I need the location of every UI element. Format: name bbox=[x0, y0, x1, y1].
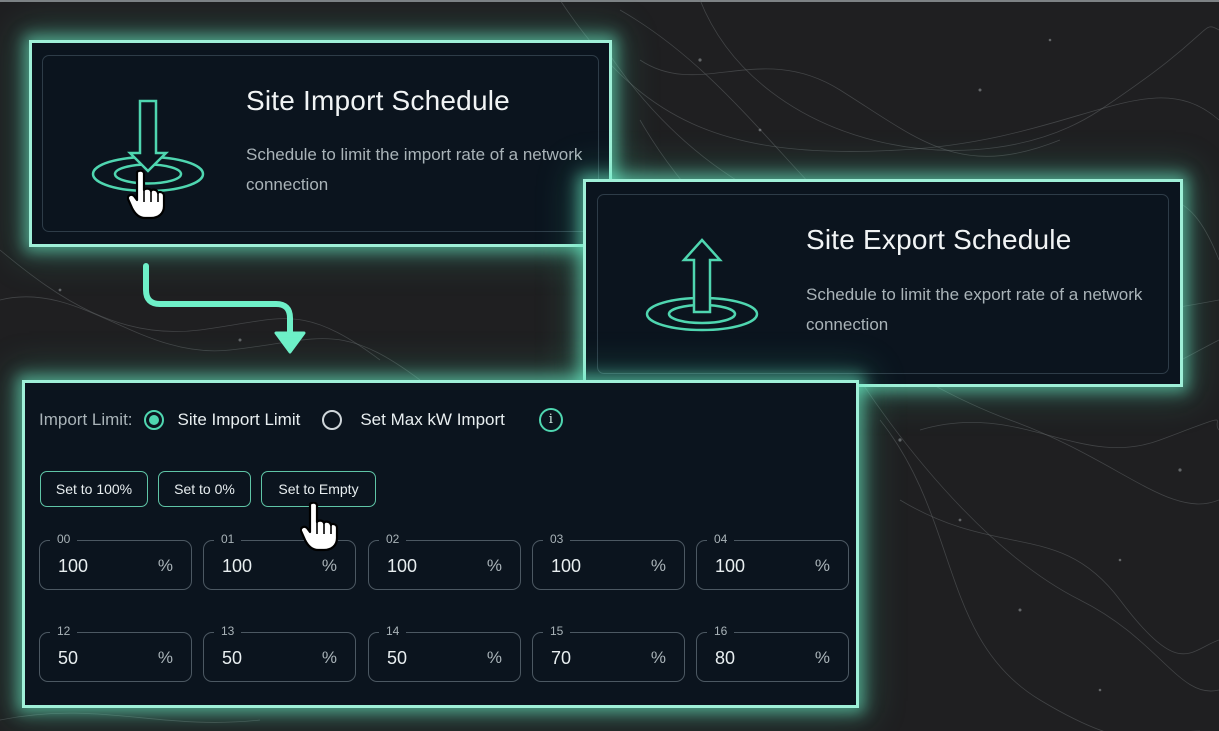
radio-max-kw-import[interactable] bbox=[322, 410, 343, 430]
hour-field-16[interactable]: 16 80 % bbox=[696, 624, 849, 682]
import-limit-label: Import Limit: bbox=[39, 410, 133, 429]
percent-unit: % bbox=[650, 648, 666, 667]
hour-label: 14 bbox=[379, 624, 407, 638]
hour-value[interactable]: 50 bbox=[58, 648, 78, 669]
hour-field-03[interactable]: 03 100 % bbox=[532, 532, 685, 590]
percent-unit: % bbox=[157, 648, 173, 667]
hour-value[interactable]: 100 bbox=[58, 556, 88, 577]
percent-unit: % bbox=[486, 556, 502, 575]
radio-site-import-limit[interactable] bbox=[143, 410, 164, 430]
hour-value[interactable]: 100 bbox=[222, 556, 252, 577]
hand-cursor-icon bbox=[300, 502, 339, 552]
hour-value[interactable]: 100 bbox=[715, 556, 745, 577]
hour-field-15[interactable]: 15 70 % bbox=[532, 624, 685, 682]
info-icon[interactable]: i bbox=[538, 408, 563, 432]
hour-label: 13 bbox=[214, 624, 242, 638]
hour-label: 03 bbox=[543, 532, 571, 546]
hour-label: 12 bbox=[50, 624, 78, 638]
hour-field-02[interactable]: 02 100 % bbox=[368, 532, 521, 590]
hour-field-00[interactable]: 00 100 % bbox=[39, 532, 192, 590]
hour-label: 16 bbox=[707, 624, 735, 638]
hour-label: 15 bbox=[543, 624, 571, 638]
percent-unit: % bbox=[486, 648, 502, 667]
hour-value[interactable]: 100 bbox=[387, 556, 417, 577]
hour-label: 04 bbox=[707, 532, 735, 546]
hour-field-13[interactable]: 13 50 % bbox=[203, 624, 356, 682]
radio-max-kw-import-label[interactable]: Set Max kW Import bbox=[360, 410, 505, 430]
percent-unit: % bbox=[321, 556, 337, 575]
hour-label: 02 bbox=[379, 532, 407, 546]
import-limit-row: Import Limit: Site Import Limit Set Max … bbox=[39, 405, 563, 435]
hour-value[interactable]: 100 bbox=[551, 556, 581, 577]
percent-unit: % bbox=[650, 556, 666, 575]
percent-unit: % bbox=[814, 556, 830, 575]
import-limit-panel: Import Limit: Site Import Limit Set Max … bbox=[22, 380, 859, 708]
hour-value[interactable]: 50 bbox=[222, 648, 242, 669]
hour-value[interactable]: 70 bbox=[551, 648, 571, 669]
hour-field-14[interactable]: 14 50 % bbox=[368, 624, 521, 682]
hour-field-04[interactable]: 04 100 % bbox=[696, 532, 849, 590]
hour-value[interactable]: 50 bbox=[387, 648, 407, 669]
set-100-button[interactable]: Set to 100% bbox=[40, 471, 148, 507]
percent-unit: % bbox=[321, 648, 337, 667]
radio-site-import-limit-label[interactable]: Site Import Limit bbox=[178, 410, 301, 430]
hour-field-12[interactable]: 12 50 % bbox=[39, 624, 192, 682]
hour-label: 00 bbox=[50, 532, 78, 546]
percent-unit: % bbox=[814, 648, 830, 667]
hour-value[interactable]: 80 bbox=[715, 648, 735, 669]
set-0-button[interactable]: Set to 0% bbox=[158, 471, 251, 507]
percent-unit: % bbox=[157, 556, 173, 575]
hour-label: 01 bbox=[214, 532, 242, 546]
